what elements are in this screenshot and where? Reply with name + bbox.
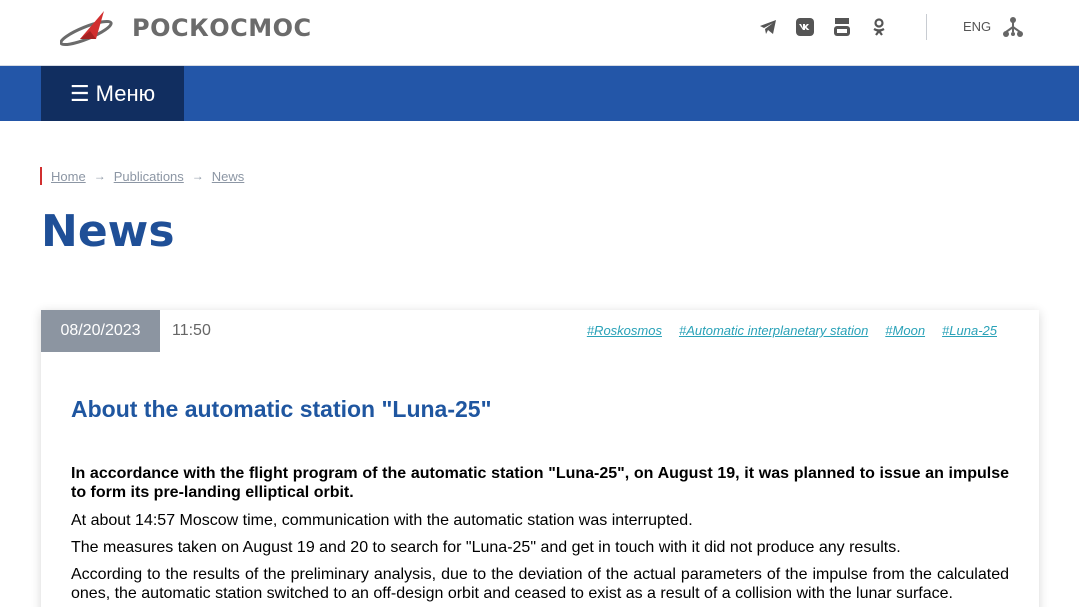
article-paragraph: According to the results of the prelimin… <box>71 566 1009 602</box>
tag-roskosmos[interactable]: #Roskosmos <box>587 323 662 338</box>
header-divider <box>926 14 927 40</box>
breadcrumb: Home → Publications → News <box>40 167 244 185</box>
news-tags: #Roskosmos #Automatic interplanetary sta… <box>570 323 997 338</box>
tag-luna-25[interactable]: #Luna-25 <box>942 323 997 338</box>
article-lead: In accordance with the flight program of… <box>71 465 1009 501</box>
breadcrumb-news[interactable]: News <box>212 169 245 184</box>
breadcrumb-separator: → <box>93 169 106 183</box>
vk-icon[interactable] <box>793 15 817 39</box>
menu-button[interactable]: ☰ Меню <box>41 66 184 121</box>
breadcrumb-home[interactable]: Home <box>51 169 86 184</box>
article-paragraph: At about 14:57 Moscow time, communicatio… <box>71 512 693 529</box>
news-time: 11:50 <box>172 322 211 339</box>
telegram-icon[interactable] <box>756 15 780 39</box>
article-paragraph: The measures taken on August 19 and 20 t… <box>71 539 901 556</box>
article-title: About the automatic station "Luna-25" <box>71 396 492 422</box>
tag-moon[interactable]: #Moon <box>885 323 925 338</box>
sitemap-icon[interactable] <box>1003 16 1023 38</box>
news-date: 08/20/2023 <box>41 310 160 352</box>
odnoklassniki-icon[interactable] <box>867 15 891 39</box>
social-links <box>756 15 904 39</box>
tag-automatic-interplanetary-station[interactable]: #Automatic interplanetary station <box>679 323 868 338</box>
roscosmos-logo[interactable]: РОСКОСМОС <box>60 9 312 47</box>
breadcrumb-publications[interactable]: Publications <box>114 169 184 184</box>
breadcrumb-separator: → <box>191 169 204 183</box>
language-switch[interactable]: ENG <box>963 19 991 34</box>
page-title: News <box>41 206 175 257</box>
youtube-icon[interactable] <box>830 15 854 39</box>
main-navbar: ☰ Меню <box>0 66 1079 121</box>
article-body: In accordance with the flight program of… <box>71 464 1009 607</box>
logo-text: РОСКОСМОС <box>132 14 312 42</box>
rocket-logo-icon <box>60 11 113 47</box>
news-card: 08/20/2023 11:50 #Roskosmos #Automatic i… <box>41 310 1039 607</box>
site-header: РОСКОСМОС ENG <box>0 0 1079 66</box>
